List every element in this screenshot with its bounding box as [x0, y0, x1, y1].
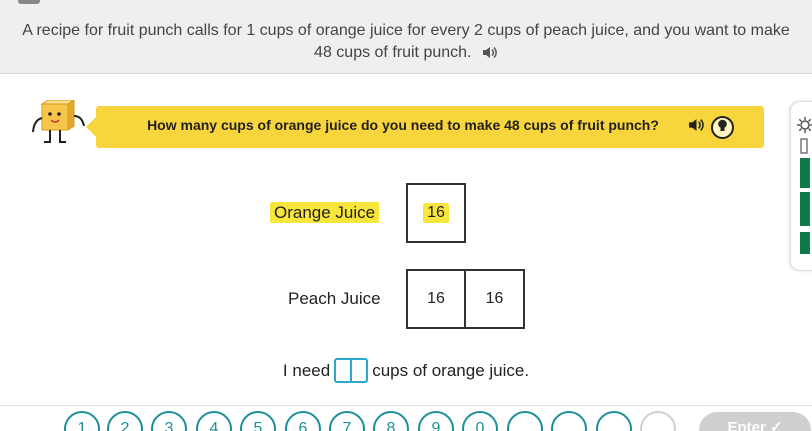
- key-7[interactable]: 7: [329, 411, 365, 431]
- key-0[interactable]: 0: [462, 411, 498, 431]
- decimal-key[interactable]: [507, 411, 543, 431]
- box-character-icon: [28, 99, 86, 152]
- peach-juice-box: 16: [464, 269, 525, 329]
- key-6[interactable]: 6: [285, 411, 321, 431]
- problem-statement: A recipe for fruit punch calls for 1 cup…: [20, 20, 792, 66]
- answer-digit-slot[interactable]: [352, 360, 366, 381]
- side-toolbar: [790, 101, 812, 271]
- key-4[interactable]: 4: [196, 411, 232, 431]
- peach-juice-box-value: 16: [485, 290, 504, 307]
- speaker-icon[interactable]: [688, 118, 705, 137]
- backspace-icon[interactable]: [640, 411, 676, 431]
- key-2[interactable]: 2: [107, 411, 143, 431]
- question-text: How many cups of orange juice do you nee…: [147, 117, 659, 133]
- banner-pointer: [86, 117, 96, 137]
- hint-button[interactable]: [711, 116, 734, 139]
- answer-digit-slot[interactable]: [336, 360, 353, 381]
- progress-bar-segment: [800, 192, 810, 226]
- problem-header: A recipe for fruit punch calls for 1 cup…: [0, 0, 812, 74]
- answer-sentence: I need cups of orange juice.: [0, 358, 812, 383]
- pencil-icon[interactable]: [800, 138, 808, 159]
- gear-icon[interactable]: [796, 116, 812, 139]
- speaker-icon[interactable]: [482, 44, 498, 66]
- answer-suffix: cups of orange juice.: [372, 360, 530, 380]
- question-banner: How many cups of orange juice do you nee…: [86, 106, 764, 148]
- peach-juice-label: Peach Juice: [288, 289, 381, 308]
- key-5[interactable]: 5: [240, 411, 276, 431]
- peach-juice-box-value: 16: [427, 290, 445, 307]
- menu-handle[interactable]: [18, 0, 40, 4]
- answer-input[interactable]: [334, 358, 369, 383]
- orange-juice-box: 16: [406, 183, 466, 243]
- number-keypad: 1 2 3 4 5 6 7 8 9 0 Enter ✓: [0, 405, 812, 431]
- key-8[interactable]: 8: [373, 411, 409, 431]
- orange-juice-label-text: Orange Juice: [270, 202, 380, 223]
- key-3[interactable]: 3: [151, 411, 187, 431]
- orange-juice-label: Orange Juice: [270, 202, 380, 223]
- peach-juice-box: 16: [406, 269, 466, 329]
- answer-prefix: I need: [282, 360, 331, 380]
- fraction-key[interactable]: [551, 411, 587, 431]
- problem-text: A recipe for fruit punch calls for 1 cup…: [22, 22, 790, 61]
- enter-button[interactable]: Enter ✓: [699, 412, 811, 431]
- key-1[interactable]: 1: [64, 411, 100, 431]
- progress-bar-segment: [800, 232, 810, 254]
- orange-juice-box-value: 16: [423, 203, 449, 223]
- negative-key[interactable]: [596, 411, 632, 431]
- lightbulb-icon: [717, 119, 728, 137]
- progress-bar-segment: [800, 158, 810, 188]
- key-9[interactable]: 9: [418, 411, 454, 431]
